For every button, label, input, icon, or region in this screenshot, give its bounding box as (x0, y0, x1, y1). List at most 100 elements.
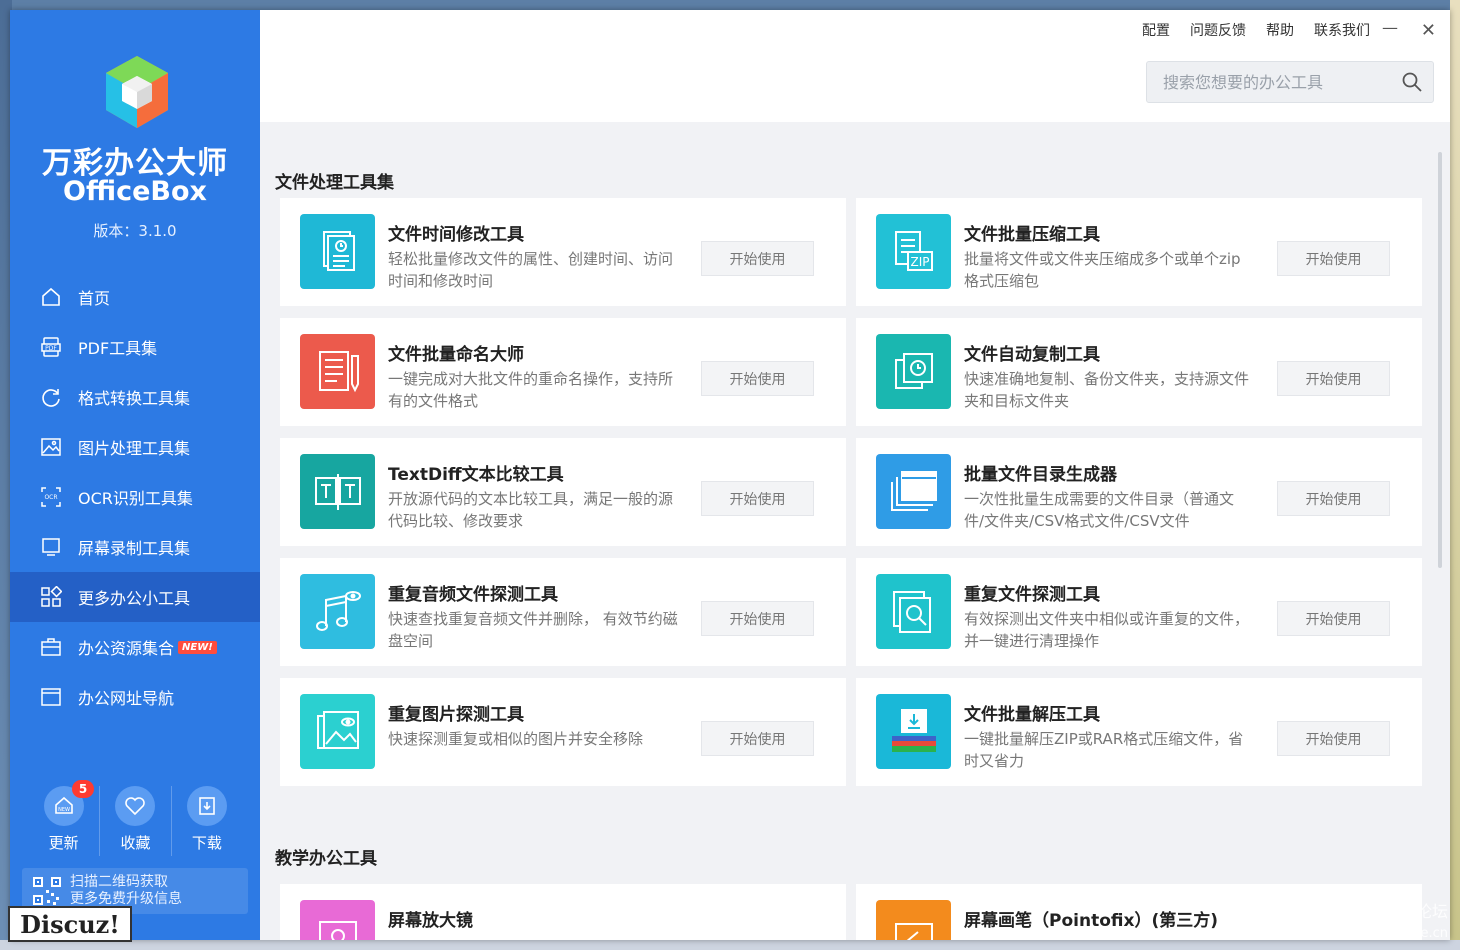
qr-text-line-1: 扫描二维码获取 (70, 874, 168, 890)
tool-title: 重复文件探测工具 (964, 585, 1100, 605)
tool-card[interactable]: 重复文件探测工具 有效探测出文件夹中相似或许重复的文件，并一键进行清理操作 开始… (856, 558, 1422, 666)
watermark-line-2: www.52pojie.cn (1345, 926, 1448, 941)
start-button[interactable]: 开始使用 (1277, 241, 1390, 276)
sidebar-item-more-tools[interactable]: 更多办公小工具 (10, 572, 260, 622)
tool-desc: 快速探测重复或相似的图片并安全移除 (388, 730, 644, 748)
start-button[interactable]: 开始使用 (701, 481, 814, 516)
officebox-logo-icon (106, 56, 168, 128)
start-button[interactable]: 开始使用 (701, 241, 814, 276)
search-icon[interactable] (1401, 71, 1423, 93)
tool-title: 屏幕放大镜 (388, 911, 473, 931)
content-area: 文件处理工具集 文件时间修改工具 轻松批量修改文件的属性、创建时间、访问时间和修… (260, 122, 1450, 940)
app-window: 万彩办公大师 OfficeBox 版本：3.1.0 首页 PDF PDF工具集 … (10, 10, 1450, 940)
image-icon (40, 436, 62, 458)
tool-title: 文件批量命名大师 (388, 345, 524, 365)
svg-text:PDF: PDF (45, 345, 57, 352)
tool-title: 文件时间修改工具 (388, 225, 524, 245)
tool-title: 重复音频文件探测工具 (388, 585, 558, 605)
update-count-badge: 5 (72, 780, 94, 798)
pdf-icon: PDF (40, 336, 62, 358)
start-button[interactable]: 开始使用 (1277, 601, 1390, 636)
start-button[interactable]: 开始使用 (1277, 481, 1390, 516)
magnifier-icon (300, 900, 375, 940)
tool-title: 屏幕画笔（Pointofix）(第三方) (964, 911, 1218, 931)
favorite-button[interactable]: 收藏 (99, 786, 170, 856)
content-scrollbar[interactable] (1438, 152, 1442, 568)
sidebar-item-label: 格式转换工具集 (78, 389, 191, 408)
tool-card[interactable]: 批量文件目录生成器 一次性批量生成需要的文件目录（普通文件/文件夹/CSV格式文… (856, 438, 1422, 546)
sidebar-item-pdf[interactable]: PDF PDF工具集 (10, 322, 260, 372)
sidebar-item-url-nav[interactable]: 办公网址导航 (10, 672, 260, 722)
update-label: 更新 (48, 834, 79, 852)
tool-desc: 有效探测出文件夹中相似或许重复的文件，并一键进行清理操作 (964, 610, 1250, 650)
sidebar-bottom-actions: NEW 5 更新 收藏 下载 (28, 780, 242, 856)
music-note-icon (300, 574, 375, 649)
start-button[interactable]: 开始使用 (1277, 721, 1390, 756)
tool-title: 文件批量解压工具 (964, 705, 1100, 725)
brand-name-en: OfficeBox (63, 176, 207, 207)
screen-pen-icon (876, 900, 951, 940)
window-icon (40, 686, 62, 708)
download-label: 下载 (191, 834, 222, 852)
sidebar-item-ocr[interactable]: OCR OCR识别工具集 (10, 472, 260, 522)
sidebar-item-label: 更多办公小工具 (78, 589, 191, 608)
tool-desc: 快速准确地复制、备份文件夹，支持源文件夹和目标文件夹 (964, 370, 1250, 410)
tool-desc: 轻松批量修改文件的属性、创建时间、访问时间和修改时间 (388, 250, 674, 290)
tool-card[interactable]: TextDiff文本比较工具 开放源代码的文本比较工具，满足一般的源代码比较、修… (280, 438, 846, 546)
start-button[interactable]: 开始使用 (1277, 361, 1390, 396)
refresh-icon (40, 386, 62, 408)
home-icon (40, 286, 62, 308)
main-area: 配置 问题反馈 帮助 联系我们 — ✕ 文件处理工具集 文件时间修改工具 轻松批… (260, 10, 1450, 940)
start-button[interactable]: 开始使用 (701, 601, 814, 636)
sidebar-item-label: 办公资源集合 (78, 639, 175, 658)
topbar: 配置 问题反馈 帮助 联系我们 — ✕ (260, 10, 1450, 122)
tool-card[interactable]: 文件自动复制工具 快速准确地复制、备份文件夹，支持源文件夹和目标文件夹 开始使用 (856, 318, 1422, 426)
contact-link[interactable]: 联系我们 (1314, 20, 1370, 40)
download-button[interactable]: 下载 (170, 786, 242, 856)
tool-card[interactable]: 屏幕放大镜 (280, 884, 846, 940)
text-diff-icon (300, 454, 375, 529)
tool-desc: 批量将文件或文件夹压缩成多个或单个zip格式压缩包 (964, 250, 1241, 290)
download-icon (186, 786, 227, 826)
briefcase-icon (40, 636, 62, 658)
update-button[interactable]: NEW 5 更新 (28, 780, 99, 856)
version-label: 版本：3.1.0 (93, 222, 177, 240)
search-box (1146, 61, 1434, 103)
tool-card[interactable]: 文件批量解压工具 一键批量解压ZIP或RAR格式压缩文件，省时又省力 开始使用 (856, 678, 1422, 786)
config-link[interactable]: 配置 (1142, 20, 1170, 40)
new-badge: NEW! (178, 640, 217, 654)
help-link[interactable]: 帮助 (1266, 20, 1294, 40)
feedback-link[interactable]: 问题反馈 (1190, 20, 1246, 40)
qr-promo-text: 扫描二维码获取 更多免费升级信息 (70, 874, 182, 908)
minimize-button[interactable]: — (1382, 18, 1398, 37)
svg-text:ZIP: ZIP (910, 255, 929, 269)
sidebar-nav: 首页 PDF PDF工具集 格式转换工具集 图片处理工具集 OCR OCR识别工… (10, 272, 260, 722)
tool-card[interactable]: 文件批量命名大师 一键完成对大批文件的重命名操作，支持所有的文件格式 开始使用 (280, 318, 846, 426)
watermark-line-1: 吾爱破解论坛 (1351, 902, 1448, 921)
top-links: 配置 问题反馈 帮助 联系我们 (1142, 20, 1370, 40)
sidebar-item-format-convert[interactable]: 格式转换工具集 (10, 372, 260, 422)
sidebar-item-screen-record[interactable]: 屏幕录制工具集 (10, 522, 260, 572)
tool-card[interactable]: ZIP 文件批量压缩工具 批量将文件或文件夹压缩成多个或单个zip格式压缩包 开… (856, 198, 1422, 306)
tool-card[interactable]: 重复图片探测工具 快速探测重复或相似的图片并安全移除 开始使用 (280, 678, 846, 786)
close-button[interactable]: ✕ (1421, 20, 1436, 41)
sidebar-item-resources[interactable]: 办公资源集合 NEW! (10, 622, 260, 672)
tool-card[interactable]: 文件时间修改工具 轻松批量修改文件的属性、创建时间、访问时间和修改时间 开始使用 (280, 198, 846, 306)
favorite-label: 收藏 (120, 834, 151, 852)
tool-card[interactable]: 重复音频文件探测工具 快速查找重复音频文件并删除， 有效节约磁盘空间 开始使用 (280, 558, 846, 666)
auto-copy-icon (876, 334, 951, 409)
section-title-teaching-tools: 教学办公工具 (275, 849, 377, 869)
forum-watermark: 吾爱破解论坛 www.52pojie.cn (1346, 902, 1448, 944)
start-button[interactable]: 开始使用 (701, 721, 814, 756)
monitor-icon (40, 536, 62, 558)
sidebar-item-image[interactable]: 图片处理工具集 (10, 422, 260, 472)
sidebar-item-label: 首页 (78, 289, 111, 308)
discuz-logo: Discuz! (8, 906, 132, 942)
svg-text:NEW: NEW (58, 807, 70, 813)
tool-card[interactable]: 屏幕画笔（Pointofix）(第三方) (856, 884, 1422, 940)
sidebar-item-home[interactable]: 首页 (10, 272, 260, 322)
grid-icon (40, 586, 62, 608)
search-input[interactable] (1147, 72, 1401, 92)
start-button[interactable]: 开始使用 (701, 361, 814, 396)
section-title-file-tools: 文件处理工具集 (275, 173, 394, 193)
